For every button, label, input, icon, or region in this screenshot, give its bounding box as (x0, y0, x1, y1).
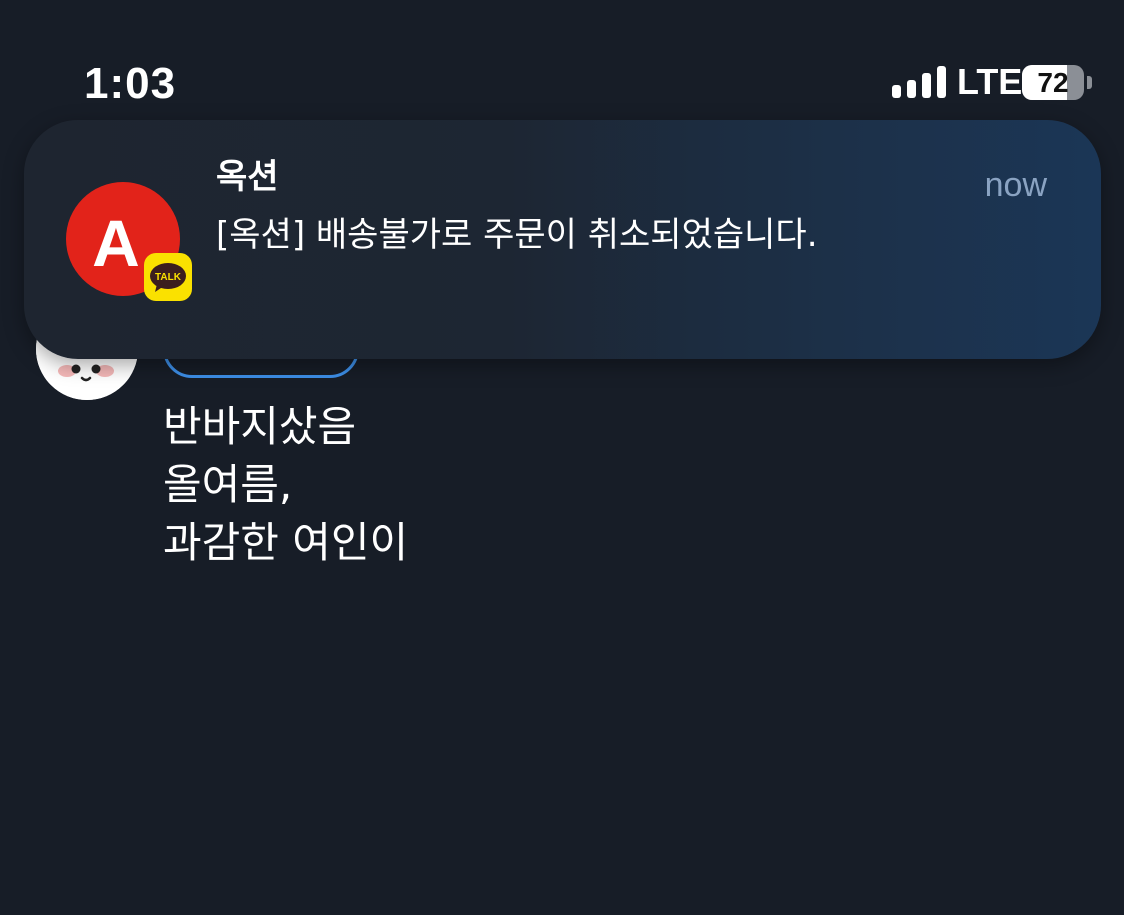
notification-banner[interactable]: A TALK 옥션 now [옥션] 배송불가로 주문이 취소되었습니다. (24, 120, 1101, 359)
post-text: 반바지샀음 올여름, 과감한 여인이 (163, 398, 408, 572)
notification-app-name: 옥션 (216, 157, 279, 197)
status-bar: 1:03 LTE 72 (0, 0, 1124, 120)
kakaotalk-badge-icon: TALK (144, 253, 192, 301)
speech-bubble-icon: TALK (150, 263, 186, 292)
status-time: 1:03 (84, 59, 177, 108)
battery-icon: 72 (1022, 65, 1084, 100)
svg-text:TALK: TALK (155, 272, 182, 283)
post-line: 올여름, (163, 460, 293, 509)
notification-time: now (984, 166, 1047, 204)
battery-level: 72 (1037, 67, 1069, 98)
cellular-signal-icon (892, 66, 946, 98)
post-line: 반바지샀음 (163, 402, 357, 451)
network-type: LTE (957, 61, 1023, 102)
notification-message: [옥션] 배송불가로 주문이 취소되었습니다. (216, 215, 818, 255)
battery-cap (1087, 76, 1092, 89)
post-line: 과감한 여인이 (163, 518, 409, 567)
svg-text:A: A (92, 206, 140, 280)
